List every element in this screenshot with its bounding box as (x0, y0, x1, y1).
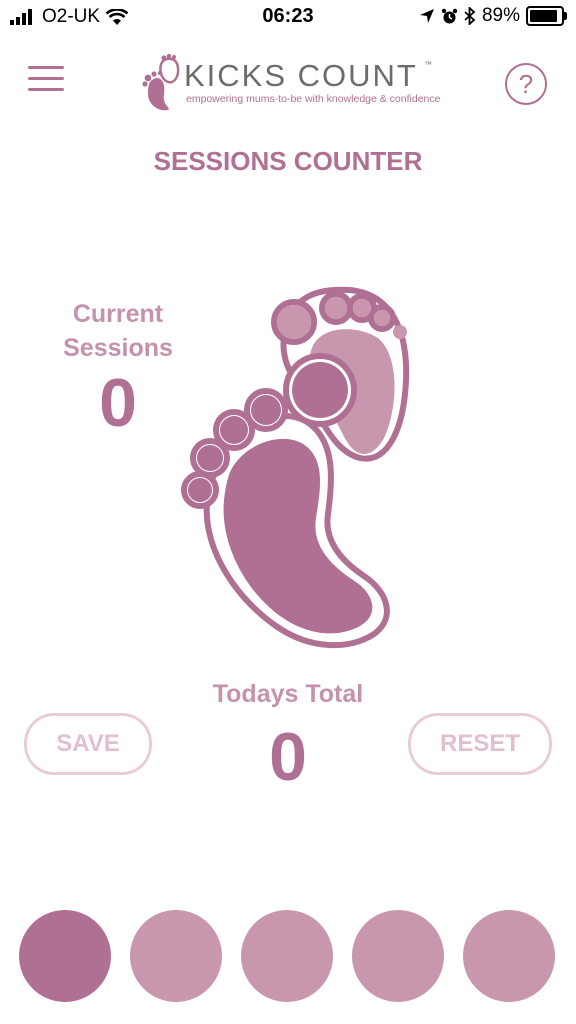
menu-line (28, 66, 64, 69)
menu-line (28, 77, 64, 80)
logo-tagline: empowering mums-to-be with knowledge & c… (186, 93, 441, 105)
kicks-count-logo: KICKS COUNT ™ empowering mums-to-be with… (142, 52, 440, 112)
battery-fill (530, 10, 557, 22)
page-dot-3[interactable] (241, 910, 333, 1002)
page-dot-5[interactable] (463, 910, 555, 1002)
baby-feet-kick-button[interactable] (160, 278, 420, 658)
page-indicator (0, 910, 576, 1002)
page-title: SESSIONS COUNTER (153, 146, 423, 176)
logo-title: KICKS COUNT (184, 58, 418, 93)
reset-button[interactable]: RESET (408, 713, 552, 775)
battery-icon (526, 6, 567, 26)
status-bar: O2-UK 06:23 89% (0, 0, 576, 34)
location-icon (419, 9, 434, 23)
bluetooth-icon (464, 7, 476, 25)
alarm-icon (441, 8, 458, 23)
todays-total-value: 0 (269, 719, 307, 795)
save-button[interactable]: SAVE (24, 713, 152, 775)
menu-line (28, 88, 64, 91)
page-dot-4[interactable] (352, 910, 444, 1002)
help-icon[interactable]: ? (505, 63, 547, 105)
logo-feet-icon (142, 53, 180, 111)
todays-total-label: Todays Total (212, 680, 364, 708)
battery-percent: 89% (481, 5, 520, 26)
page-dot-2[interactable] (130, 910, 222, 1002)
status-right: 89% (419, 5, 567, 27)
logo-trademark: ™ (424, 60, 432, 69)
hamburger-menu-icon[interactable] (28, 66, 64, 96)
page-dot-1[interactable] (19, 910, 111, 1002)
